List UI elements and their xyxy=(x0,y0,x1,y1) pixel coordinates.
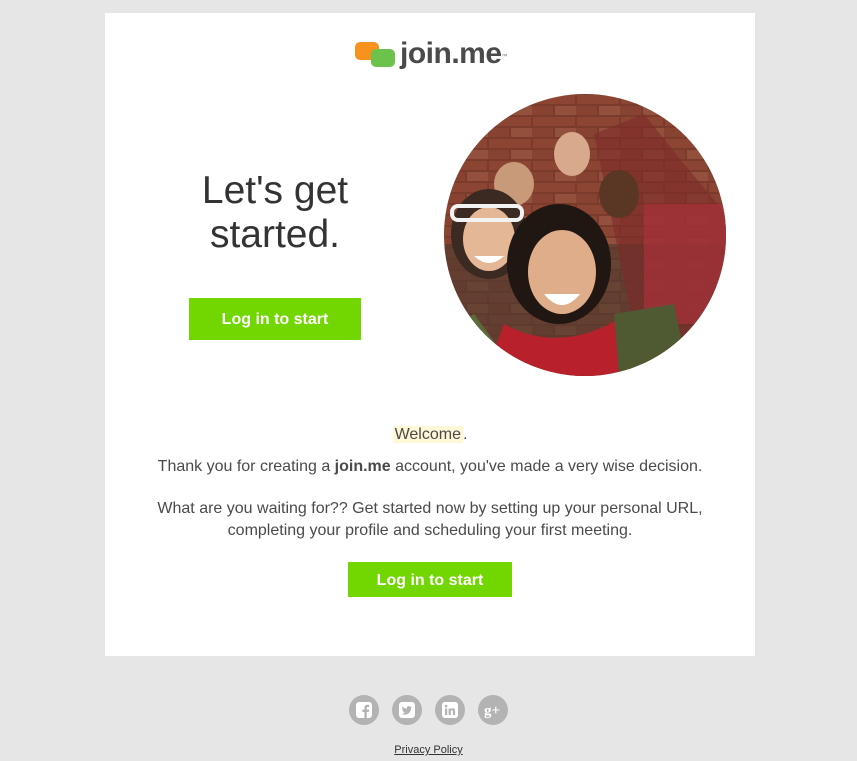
page-title: Let's get started. xyxy=(175,169,375,257)
facebook-icon[interactable] xyxy=(349,695,379,725)
footer: Privacy Policy xyxy=(0,744,857,756)
logo-text: join.me xyxy=(400,37,502,70)
login-button-top[interactable]: Log in to start xyxy=(189,298,361,340)
thank-you-paragraph: Thank you for creating a join.me account… xyxy=(105,456,755,478)
social-links: g+ xyxy=(349,695,508,725)
join-me-logo-icon xyxy=(355,39,397,69)
headline-line-2: started. xyxy=(209,213,341,256)
call-to-action-paragraph: What are you waiting for?? Get started n… xyxy=(105,498,755,542)
twitter-icon[interactable] xyxy=(392,695,422,725)
google-plus-icon[interactable]: g+ xyxy=(478,695,508,725)
headline-line-1: Let's get xyxy=(201,169,349,212)
hero-photo xyxy=(444,94,726,376)
email-card: join.me ™ Let's get started. Log in to s… xyxy=(105,13,755,656)
paragraph1-after: account, you've made a very wise decisio… xyxy=(390,458,703,475)
login-button-bottom[interactable]: Log in to start xyxy=(348,562,512,597)
linkedin-icon[interactable] xyxy=(435,695,465,725)
join-me-logo[interactable]: join.me ™ xyxy=(355,37,508,71)
privacy-policy-link[interactable]: Privacy Policy xyxy=(394,744,462,756)
welcome-text: Welcome. xyxy=(105,426,755,444)
logo-trademark: ™ xyxy=(501,54,508,60)
paragraph1-before: Thank you for creating a xyxy=(157,458,335,475)
paragraph1-brand: join.me xyxy=(334,458,391,475)
paragraph2-line-2: completing your profile and scheduling y… xyxy=(227,522,633,539)
svg-text:g+: g+ xyxy=(484,703,500,719)
paragraph2-line-1: What are you waiting for?? Get started n… xyxy=(157,500,703,517)
welcome-punct: . xyxy=(462,426,468,443)
welcome-word: Welcome xyxy=(392,426,463,443)
